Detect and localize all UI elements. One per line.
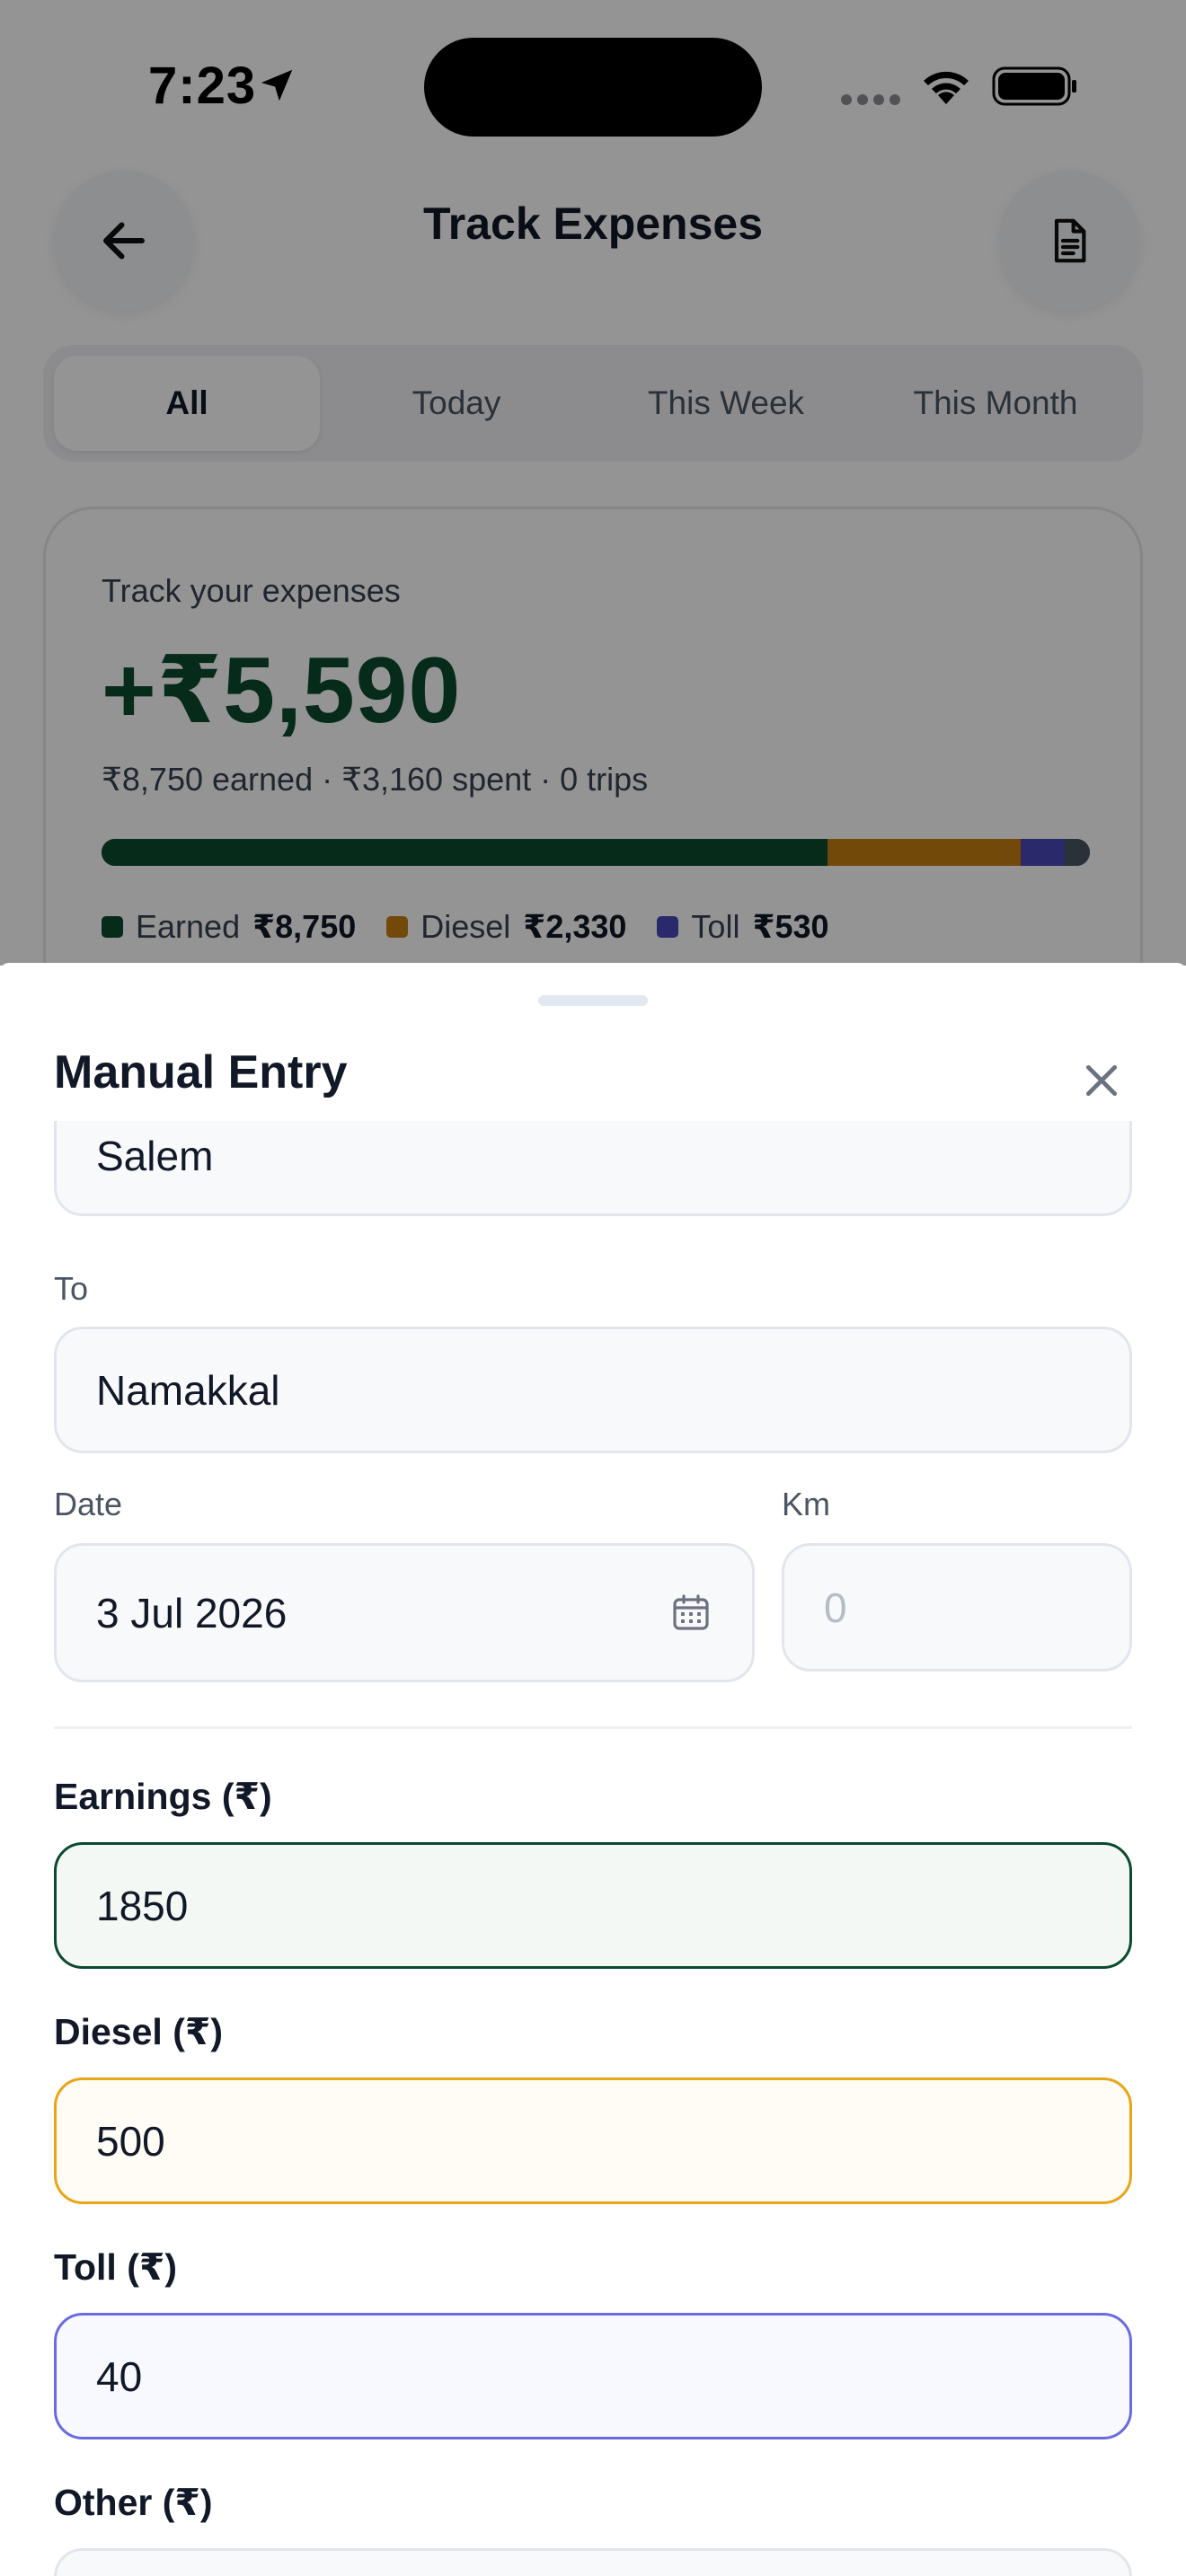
section-divider bbox=[54, 1726, 1132, 1729]
date-label: Date bbox=[54, 1486, 123, 1522]
km-label: Km bbox=[782, 1486, 830, 1522]
diesel-value: 500 bbox=[96, 2117, 165, 2165]
form-scroll-area[interactable]: Salem To Namakkal Date Km 3 Jul 2026 0 E… bbox=[0, 1121, 1186, 2576]
background-screen: 7:23 Track Expenses All Today This Week … bbox=[0, 0, 1186, 966]
diesel-label: Diesel (₹) bbox=[54, 2011, 224, 2052]
calendar-icon[interactable] bbox=[669, 1592, 712, 1635]
diesel-input[interactable]: 500 bbox=[54, 2078, 1132, 2204]
other-label: Other (₹) bbox=[54, 2482, 213, 2523]
toll-value: 40 bbox=[96, 2352, 143, 2400]
date-input[interactable]: 3 Jul 2026 bbox=[54, 1543, 755, 1682]
other-input[interactable] bbox=[54, 2548, 1132, 2576]
close-icon bbox=[1085, 1064, 1118, 1097]
to-value: Namakkal bbox=[96, 1366, 280, 1414]
earnings-label: Earnings (₹) bbox=[54, 1776, 272, 1817]
toll-label: Toll (₹) bbox=[54, 2246, 178, 2288]
sheet-grabber[interactable] bbox=[538, 995, 648, 1006]
earnings-input[interactable]: 1850 bbox=[54, 1842, 1132, 1969]
manual-entry-sheet: Manual Entry Salem To Namakkal Date Km 3… bbox=[0, 963, 1186, 2576]
sheet-title: Manual Entry bbox=[54, 1046, 348, 1098]
close-button[interactable] bbox=[1074, 1053, 1129, 1108]
modal-backdrop[interactable] bbox=[0, 0, 1186, 966]
date-value: 3 Jul 2026 bbox=[96, 1589, 288, 1636]
from-input[interactable]: Salem bbox=[54, 1121, 1132, 1216]
km-input[interactable]: 0 bbox=[782, 1543, 1132, 1672]
toll-input[interactable]: 40 bbox=[54, 2313, 1132, 2439]
to-label: To bbox=[54, 1270, 89, 1307]
from-value: Salem bbox=[96, 1133, 214, 1179]
earnings-value: 1850 bbox=[96, 1882, 189, 1929]
to-input[interactable]: Namakkal bbox=[54, 1327, 1132, 1453]
km-placeholder: 0 bbox=[824, 1584, 847, 1631]
